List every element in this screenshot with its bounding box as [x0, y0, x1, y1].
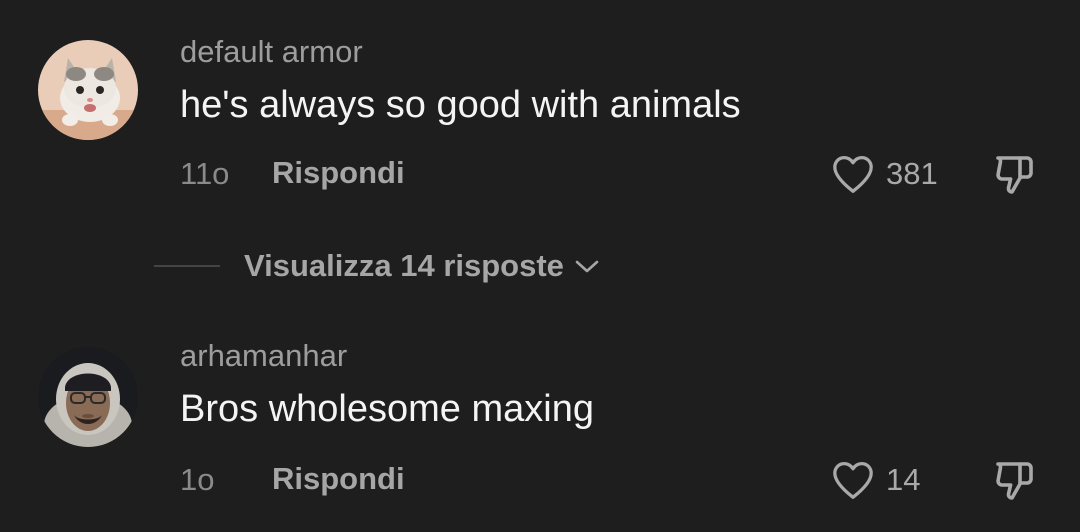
dislike-button[interactable] — [990, 150, 1038, 198]
user-avatar[interactable] — [38, 40, 138, 140]
comment-text: he's always so good with animals — [180, 84, 741, 126]
view-replies-row: Visualizza 14 risposte — [0, 244, 1080, 288]
thumbs-down-icon — [996, 156, 1033, 194]
person-avatar-image — [38, 347, 138, 447]
like-button[interactable]: 14 — [830, 458, 920, 502]
reply-button[interactable]: Rispondi — [272, 155, 405, 191]
divider-line — [154, 265, 220, 267]
like-button[interactable]: 381 — [830, 152, 938, 196]
chevron-down-icon — [575, 260, 599, 273]
comment-timestamp: 1o — [180, 462, 215, 497]
user-avatar[interactable] — [38, 347, 138, 447]
reply-button[interactable]: Rispondi — [272, 461, 405, 497]
comment-timestamp: 11o — [180, 156, 230, 191]
view-replies-button[interactable]: Visualizza 14 risposte — [244, 244, 600, 288]
view-replies-label: Visualizza 14 risposte — [244, 248, 564, 283]
comment-username[interactable]: default armor — [180, 34, 363, 70]
dislike-button[interactable] — [990, 456, 1038, 504]
heart-outline-icon — [833, 462, 873, 499]
like-count: 14 — [886, 462, 921, 497]
comment-text: Bros wholesome maxing — [180, 388, 594, 430]
comment-item: default armor he's always so good with a… — [0, 0, 1080, 230]
comment-username[interactable]: arhamanhar — [180, 338, 347, 374]
like-count: 381 — [886, 156, 938, 191]
heart-outline-icon — [833, 156, 873, 193]
thumbs-down-icon — [996, 462, 1033, 500]
kitten-avatar-image — [38, 40, 138, 140]
